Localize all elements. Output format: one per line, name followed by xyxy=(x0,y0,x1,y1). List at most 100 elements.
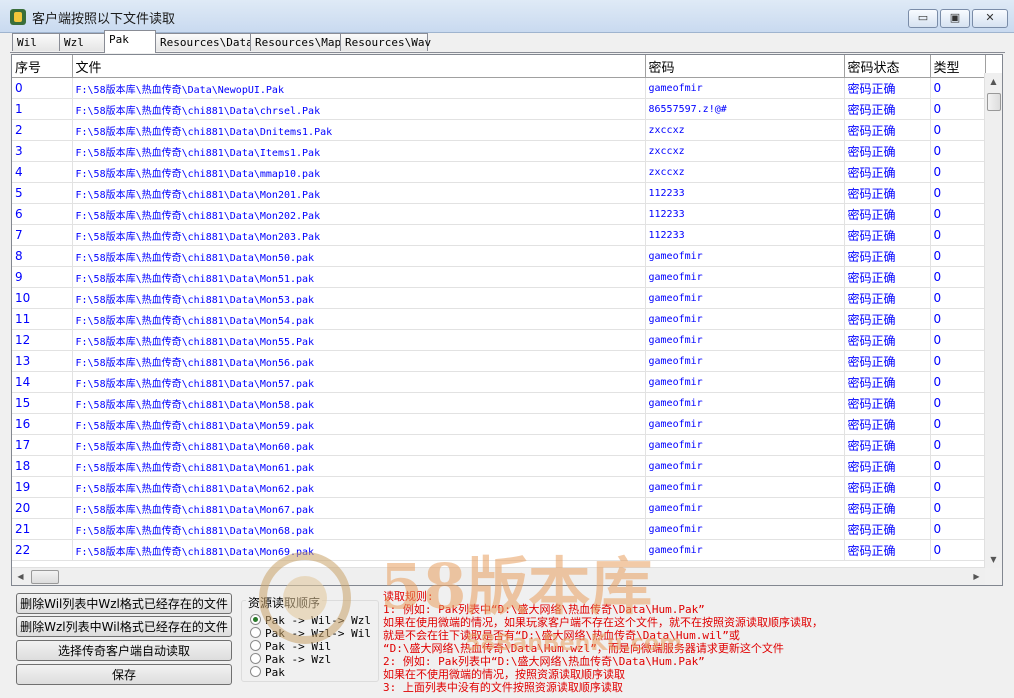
cell-index[interactable]: 18 xyxy=(12,455,73,477)
table-row[interactable]: 10 F:\58版本库\热血传奇\chi881\Data\Mon53.pak gam… xyxy=(12,287,986,309)
cell-password-status[interactable]: 密码正确 xyxy=(844,119,931,141)
table-row[interactable]: 16 F:\58版本库\热血传奇\chi881\Data\Mon59.pak gam… xyxy=(12,413,986,435)
cell-file[interactable]: F:\58版本库\热血传奇\chi881\Data\Mon62.pak xyxy=(72,476,646,498)
cell-index[interactable]: 21 xyxy=(12,518,73,540)
cell-file[interactable]: F:\58版本库\热血传奇\chi881\Data\chrsel.Pak xyxy=(72,98,646,120)
cell-type[interactable]: 0 xyxy=(930,224,986,246)
cell-file[interactable]: F:\58版本库\热血传奇\chi881\Data\Mon51.pak xyxy=(72,266,646,288)
cell-password-status[interactable]: 密码正确 xyxy=(844,455,931,477)
cell-index[interactable]: 14 xyxy=(12,371,73,393)
radio-icon[interactable] xyxy=(250,627,261,638)
cell-index[interactable]: 17 xyxy=(12,434,73,456)
delete-wil-duplicates-button[interactable]: 删除Wil列表中Wzl格式已经存在的文件 xyxy=(16,593,232,614)
cell-file[interactable]: F:\58版本库\热血传奇\chi881\Data\Mon202.Pak xyxy=(72,203,646,225)
cell-password[interactable]: gameofmir xyxy=(645,308,845,330)
cell-password[interactable]: gameofmir xyxy=(645,245,845,267)
cell-index[interactable]: 0 xyxy=(12,77,73,99)
horizontal-scrollbar[interactable]: ◀ ▶ xyxy=(12,567,985,585)
scroll-left-icon[interactable]: ◀ xyxy=(12,568,29,585)
radio-selected-icon[interactable] xyxy=(250,614,261,625)
table-row[interactable]: 15 F:\58版本库\热血传奇\chi881\Data\Mon58.pak gam… xyxy=(12,392,986,414)
cell-type[interactable]: 0 xyxy=(930,308,986,330)
cell-index[interactable]: 10 xyxy=(12,287,73,309)
cell-index[interactable]: 20 xyxy=(12,497,73,519)
close-button[interactable]: ✕ xyxy=(972,9,1008,28)
cell-type[interactable]: 0 xyxy=(930,77,986,99)
cell-type[interactable]: 0 xyxy=(930,119,986,141)
table-row[interactable]: 22 F:\58版本库\热血传奇\chi881\Data\Mon69.pak gam… xyxy=(12,539,986,561)
table-row[interactable]: 19 F:\58版本库\热血传奇\chi881\Data\Mon62.pak gam… xyxy=(12,476,986,498)
cell-password[interactable]: 86557597.z!@# xyxy=(645,98,845,120)
table-row[interactable]: 0 F:\58版本库\热血传奇\Data\NewopUI.Pak gameofmir… xyxy=(12,77,986,99)
cell-password[interactable]: gameofmir xyxy=(645,266,845,288)
cell-type[interactable]: 0 xyxy=(930,413,986,435)
cell-index[interactable]: 7 xyxy=(12,224,73,246)
tab-wil[interactable]: Wil xyxy=(12,33,60,51)
cell-password[interactable]: gameofmir xyxy=(645,413,845,435)
column-header-password[interactable]: 密码 xyxy=(645,55,845,78)
table-row[interactable]: 4 F:\58版本库\热血传奇\chi881\Data\mmap10.pak zxc… xyxy=(12,161,986,183)
load-order-option-5[interactable]: Pak xyxy=(250,666,285,679)
table-row[interactable]: 6 F:\58版本库\热血传奇\chi881\Data\Mon202.Pak 112… xyxy=(12,203,986,225)
cell-password-status[interactable]: 密码正确 xyxy=(844,329,931,351)
file-grid[interactable]: 序号 文件 密码 密码状态 类型 0 F:\58版本库\热血传奇\Data\New… xyxy=(11,54,1003,586)
cell-password[interactable]: gameofmir xyxy=(645,350,845,372)
cell-password-status[interactable]: 密码正确 xyxy=(844,161,931,183)
cell-type[interactable]: 0 xyxy=(930,497,986,519)
radio-icon[interactable] xyxy=(250,666,261,677)
cell-password[interactable]: gameofmir xyxy=(645,476,845,498)
cell-index[interactable]: 12 xyxy=(12,329,73,351)
table-row[interactable]: 13 F:\58版本库\热血传奇\chi881\Data\Mon56.pak gam… xyxy=(12,350,986,372)
cell-password[interactable]: gameofmir xyxy=(645,518,845,540)
table-row[interactable]: 5 F:\58版本库\热血传奇\chi881\Data\Mon201.Pak 112… xyxy=(12,182,986,204)
tab-pak[interactable]: Pak xyxy=(104,30,156,53)
cell-type[interactable]: 0 xyxy=(930,140,986,162)
cell-password[interactable]: gameofmir xyxy=(645,539,845,561)
cell-password[interactable]: gameofmir xyxy=(645,371,845,393)
cell-password-status[interactable]: 密码正确 xyxy=(844,224,931,246)
cell-password-status[interactable]: 密码正确 xyxy=(844,350,931,372)
cell-type[interactable]: 0 xyxy=(930,266,986,288)
cell-index[interactable]: 9 xyxy=(12,266,73,288)
cell-file[interactable]: F:\58版本库\热血传奇\chi881\Data\Dnitems1.Pak xyxy=(72,119,646,141)
cell-password[interactable]: gameofmir xyxy=(645,287,845,309)
cell-index[interactable]: 19 xyxy=(12,476,73,498)
cell-password[interactable]: 112233 xyxy=(645,182,845,204)
cell-file[interactable]: F:\58版本库\热血传奇\chi881\Data\Mon58.pak xyxy=(72,392,646,414)
cell-type[interactable]: 0 xyxy=(930,161,986,183)
scroll-down-icon[interactable]: ▼ xyxy=(985,551,1002,568)
cell-password[interactable]: gameofmir xyxy=(645,329,845,351)
cell-file[interactable]: F:\58版本库\热血传奇\chi881\Data\Mon54.pak xyxy=(72,308,646,330)
cell-index[interactable]: 4 xyxy=(12,161,73,183)
scroll-up-icon[interactable]: ▲ xyxy=(985,73,1002,90)
cell-password[interactable]: zxccxz xyxy=(645,119,845,141)
cell-password-status[interactable]: 密码正确 xyxy=(844,434,931,456)
table-row[interactable]: 8 F:\58版本库\热血传奇\chi881\Data\Mon50.pak game… xyxy=(12,245,986,267)
cell-type[interactable]: 0 xyxy=(930,350,986,372)
cell-index[interactable]: 22 xyxy=(12,539,73,561)
save-button[interactable]: 保存 xyxy=(16,664,232,685)
cell-file[interactable]: F:\58版本库\热血传奇\Data\NewopUI.Pak xyxy=(72,77,646,99)
table-row[interactable]: 7 F:\58版本库\热血传奇\chi881\Data\Mon203.Pak 112… xyxy=(12,224,986,246)
cell-file[interactable]: F:\58版本库\热血传奇\chi881\Data\Mon68.pak xyxy=(72,518,646,540)
load-order-option-1[interactable]: Pak -> Wil-> Wzl xyxy=(250,614,371,627)
cell-password-status[interactable]: 密码正确 xyxy=(844,518,931,540)
cell-type[interactable]: 0 xyxy=(930,98,986,120)
cell-password[interactable]: zxccxz xyxy=(645,161,845,183)
cell-password-status[interactable]: 密码正确 xyxy=(844,266,931,288)
cell-index[interactable]: 6 xyxy=(12,203,73,225)
table-row[interactable]: 20 F:\58版本库\热血传奇\chi881\Data\Mon67.pak gam… xyxy=(12,497,986,519)
table-row[interactable]: 14 F:\58版本库\热血传奇\chi881\Data\Mon57.pak gam… xyxy=(12,371,986,393)
table-row[interactable]: 11 F:\58版本库\热血传奇\chi881\Data\Mon54.pak gam… xyxy=(12,308,986,330)
horizontal-scroll-thumb[interactable] xyxy=(31,570,59,584)
cell-password-status[interactable]: 密码正确 xyxy=(844,413,931,435)
minimize-button[interactable]: ▭ xyxy=(908,9,938,28)
cell-file[interactable]: F:\58版本库\热血传奇\chi881\Data\Mon60.pak xyxy=(72,434,646,456)
cell-index[interactable]: 5 xyxy=(12,182,73,204)
cell-password-status[interactable]: 密码正确 xyxy=(844,98,931,120)
cell-password-status[interactable]: 密码正确 xyxy=(844,308,931,330)
cell-type[interactable]: 0 xyxy=(930,434,986,456)
cell-type[interactable]: 0 xyxy=(930,455,986,477)
cell-file[interactable]: F:\58版本库\热血传奇\chi881\Data\Mon203.Pak xyxy=(72,224,646,246)
cell-index[interactable]: 2 xyxy=(12,119,73,141)
